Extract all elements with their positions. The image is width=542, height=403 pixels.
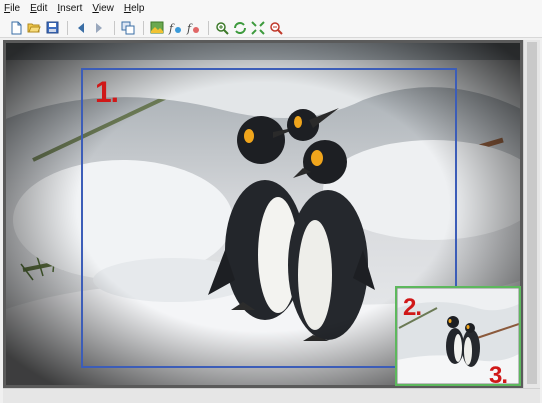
image-icon[interactable]: [149, 20, 165, 36]
forward-icon[interactable]: [91, 20, 107, 36]
toolbar-separator: [114, 20, 115, 35]
callout-2: 2.: [403, 294, 422, 321]
zoom-in-icon[interactable]: [214, 20, 230, 36]
menu-help[interactable]: Help: [124, 0, 145, 18]
fit-icon[interactable]: [250, 20, 266, 36]
vertical-scrollbar[interactable]: [523, 40, 540, 388]
refresh-icon[interactable]: [232, 20, 248, 36]
toolbar-separator: [67, 20, 68, 35]
image-viewport[interactable]: 1. 2. 3.: [3, 40, 523, 388]
menu-insert[interactable]: Insert: [57, 0, 82, 18]
menu-view[interactable]: View: [92, 0, 114, 18]
back-icon[interactable]: [73, 20, 89, 36]
toolbar-separator: [208, 20, 209, 35]
menu-bar: File Edit Insert View Help: [0, 0, 542, 18]
open-icon[interactable]: [26, 20, 42, 36]
svg-text:f: f: [168, 22, 175, 35]
new-icon[interactable]: [8, 20, 24, 36]
toolbar-separator: [143, 20, 144, 35]
horizontal-scrollbar[interactable]: [3, 388, 540, 403]
fx-icon[interactable]: f: [167, 20, 183, 36]
callout-3: 3.: [489, 362, 508, 388]
menu-file[interactable]: File: [4, 0, 20, 18]
save-icon[interactable]: [44, 20, 60, 36]
svg-text:f: f: [186, 22, 193, 35]
copy-icon[interactable]: [120, 20, 136, 36]
zoom-out-icon[interactable]: [268, 20, 284, 36]
fx2-icon[interactable]: f: [185, 20, 201, 36]
menu-edit[interactable]: Edit: [30, 0, 47, 18]
callout-1: 1.: [95, 76, 119, 109]
vertical-scroll-thumb[interactable]: [527, 42, 537, 384]
toolbar: f f: [0, 18, 542, 38]
